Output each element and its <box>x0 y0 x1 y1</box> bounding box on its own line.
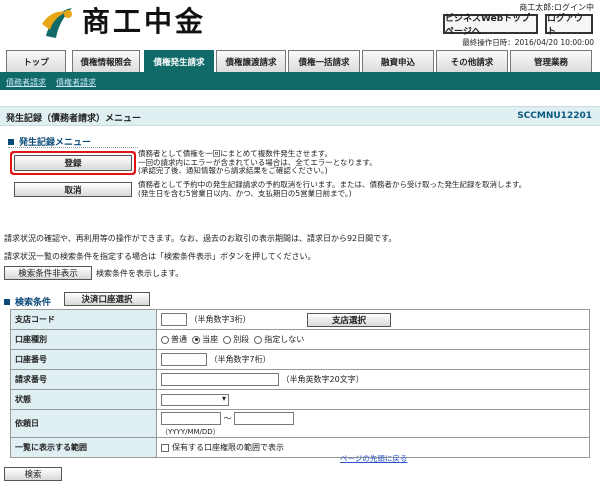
table-row: 口座番号 （半角数字7桁） <box>10 349 590 370</box>
table-row: 依頼日 ～ （YYYY/MM/DD） <box>10 409 590 438</box>
info-line-2: 請求状況一覧の検索条件を指定する場合は「検索条件表示」ボタンを押してください。 <box>4 252 316 261</box>
last-operation: 最終操作日時：2016/04/20 10:00:00 <box>462 38 594 47</box>
search-section-label: 検索条件 <box>15 298 52 308</box>
cancel-description: 債務者として予約中の発生記録請求の予約取消を行います。または、債務者から受け取っ… <box>138 180 527 198</box>
tab-other-request[interactable]: その他請求 <box>436 50 508 72</box>
radio-separate[interactable] <box>223 335 232 344</box>
tab-top[interactable]: トップ <box>6 50 66 72</box>
search-conditions-table: 支店コード （半角数字3桁） 支店選択 口座種別 普通 当座 別段 指定しない … <box>10 309 590 458</box>
subnav-debtor-request[interactable]: 債務者請求 <box>6 77 46 88</box>
radio-unspecified-label: 指定しない <box>264 335 305 344</box>
register-button[interactable]: 登録 <box>14 155 132 171</box>
table-row: 一覧に表示する範囲 保有する口座権限の範囲で表示 <box>10 437 590 458</box>
tab-credit-inquiry[interactable]: 債権情報照会 <box>72 50 140 72</box>
header: 商工中金 商工太郎:ログイン中 ビジネスWebトップページへ ログアウト 最終操… <box>0 0 600 48</box>
table-row: 支店コード （半角数字3桁） 支店選択 <box>10 309 590 330</box>
radio-ordinary[interactable] <box>161 335 169 344</box>
logo-mark-icon <box>40 4 76 40</box>
radio-separate-label: 別段 <box>233 335 250 344</box>
account-number-input[interactable] <box>161 353 207 366</box>
search-section-title: 検索条件 <box>4 295 51 308</box>
cancel-button[interactable]: 取消 <box>14 182 132 197</box>
branch-code-hint: （半角数字3桁） <box>189 315 251 324</box>
tab-admin[interactable]: 管理業務 <box>510 50 592 72</box>
radio-current-label: 当座 <box>202 335 219 344</box>
radio-unspecified[interactable] <box>254 335 263 344</box>
page-heading: 発生記録（債務者請求）メニュー SCCMNU12201 <box>0 106 600 126</box>
logo: 商工中金 <box>40 4 206 40</box>
page-title: 発生記録（債務者請求）メニュー <box>6 114 142 124</box>
toggle-conditions-button[interactable]: 検索条件非表示 <box>4 266 92 280</box>
table-row: 請求番号 （半角英数字20文字） <box>10 369 590 390</box>
section-marker-icon <box>8 138 14 145</box>
tab-credit-transfer[interactable]: 債権譲渡請求 <box>216 50 286 72</box>
table-row: 状態 <box>10 389 590 410</box>
request-date-hint: （YYYY/MM/DD） <box>161 428 220 436</box>
table-row: 口座種別 普通 当座 別段 指定しない <box>10 329 590 350</box>
search-button[interactable]: 検索 <box>4 467 62 481</box>
account-number-hint: （半角数字7桁） <box>209 355 271 364</box>
status-select[interactable] <box>161 393 229 406</box>
account-select-button[interactable]: 決済口座選択 <box>64 292 150 306</box>
radio-ordinary-label: 普通 <box>171 335 187 344</box>
request-date-to-input[interactable] <box>234 412 295 425</box>
subnav-creditor-request[interactable]: 債権者請求 <box>56 77 96 88</box>
tab-loan-application[interactable]: 融資申込 <box>362 50 434 72</box>
subnav: 債務者請求 債権者請求 <box>0 76 600 90</box>
screen-code: SCCMNU12201 <box>517 111 592 121</box>
display-range-checkbox[interactable] <box>161 443 169 452</box>
request-date-from-input[interactable] <box>161 412 221 425</box>
account-type-label: 口座種別 <box>10 329 157 350</box>
tab-bulk-request[interactable]: 債権一括請求 <box>288 50 360 72</box>
request-date-label: 依頼日 <box>10 409 157 438</box>
info-line-1: 請求状況の確認や、再利用等の操作ができます。なお、過去のお取引の表示期間は、請求… <box>4 234 397 243</box>
main-tabs: トップ 債権情報照会 債権発生請求 債権譲渡請求 債権一括請求 融資申込 その他… <box>0 50 600 72</box>
top-page-button[interactable]: ビジネスWebトップページへ <box>443 14 538 37</box>
status-label: 状態 <box>10 389 157 410</box>
section-divider <box>8 147 138 148</box>
display-range-option: 保有する口座権限の範囲で表示 <box>172 443 284 452</box>
branch-code-input[interactable] <box>161 313 187 326</box>
logo-text: 商工中金 <box>82 5 207 38</box>
section-marker-icon <box>4 298 10 305</box>
date-separator: ～ <box>223 414 232 423</box>
back-to-top-link[interactable]: ページの先頭に戻る <box>340 453 407 464</box>
request-number-input[interactable] <box>161 373 279 386</box>
display-range-label: 一覧に表示する範囲 <box>10 437 157 458</box>
request-number-label: 請求番号 <box>10 369 157 390</box>
radio-current[interactable] <box>192 335 201 344</box>
account-number-label: 口座番号 <box>10 349 157 370</box>
branch-select-button[interactable]: 支店選択 <box>307 313 391 327</box>
request-number-hint: （半角英数字20文字） <box>281 375 364 384</box>
tab-credit-issue[interactable]: 債権発生請求 <box>144 50 214 72</box>
register-description: 債務者として債権を一回にまとめて複数件発生させます。 一回の請求内にエラーが含ま… <box>138 149 377 175</box>
toggle-conditions-description: 検索条件を表示します。 <box>96 269 184 278</box>
branch-code-label: 支店コード <box>10 309 157 330</box>
logout-button[interactable]: ログアウト <box>545 14 593 37</box>
